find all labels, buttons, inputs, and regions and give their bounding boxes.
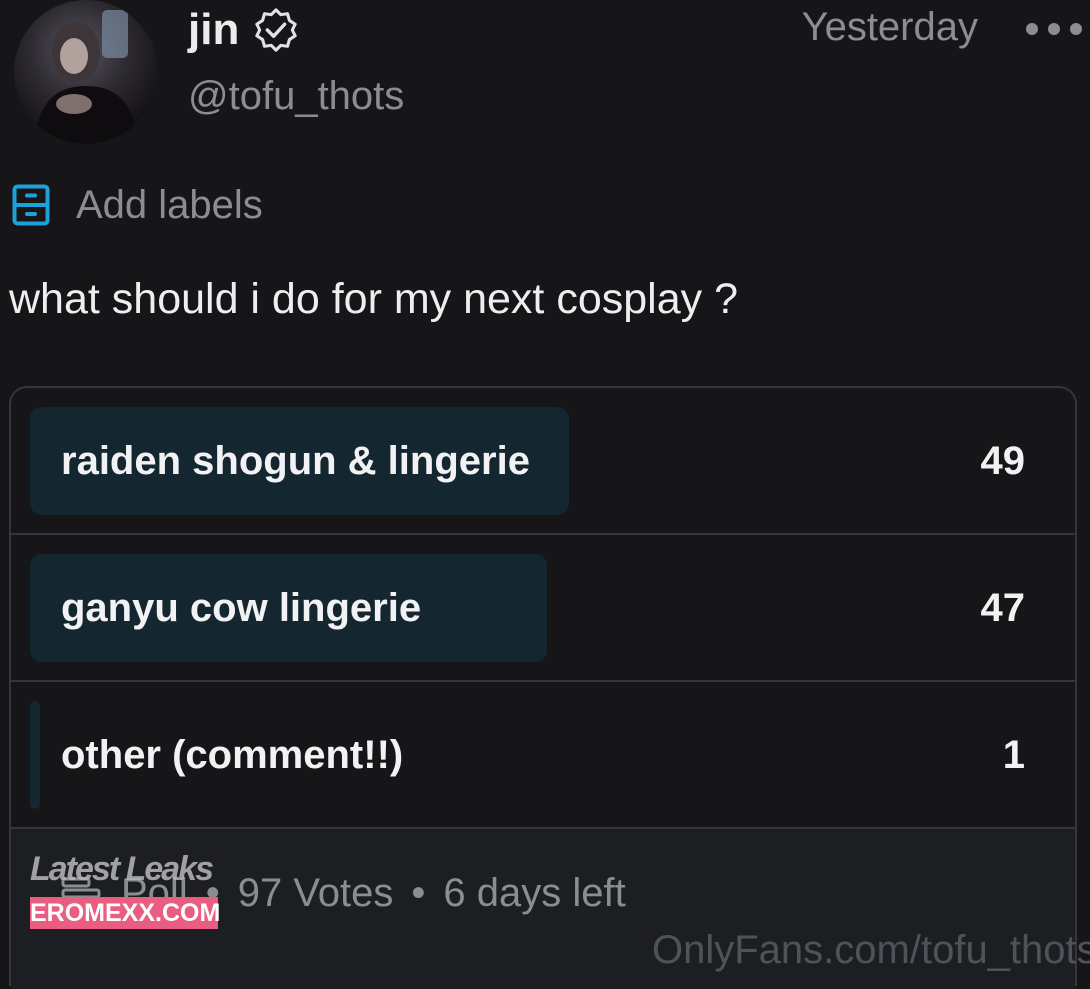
add-labels-button[interactable]: Add labels [12, 182, 263, 228]
label-icon [12, 184, 50, 226]
poll-votes: 97 Votes [237, 870, 394, 915]
poll-option-fill [30, 701, 40, 809]
avatar[interactable] [14, 0, 158, 144]
poll-option[interactable]: other (comment!!) 1 [11, 682, 1075, 829]
author-display-name[interactable]: jin [188, 8, 239, 52]
poll-option[interactable]: ganyu cow lingerie 47 [11, 535, 1075, 682]
watermark-badge: EROMEXX.COM [30, 897, 221, 929]
poll-option-label: raiden shogun & lingerie [61, 438, 530, 483]
ellipsis-horizontal-icon [1026, 23, 1038, 35]
poll-option-label: other (comment!!) [61, 732, 404, 777]
more-options-button[interactable] [1026, 14, 1082, 44]
author-name-row[interactable]: jin [188, 6, 299, 54]
meta-separator: • [411, 870, 426, 915]
poll: raiden shogun & lingerie 49 ganyu cow li… [9, 386, 1077, 989]
watermark-url: OnlyFans.com/tofu_thots [652, 928, 1090, 972]
poll-option[interactable]: raiden shogun & lingerie 49 [11, 388, 1075, 535]
ellipsis-dot [1070, 23, 1082, 35]
post-text: what should i do for my next cosplay ? [9, 275, 738, 323]
add-labels-text: Add labels [76, 183, 263, 227]
poll-option-count: 49 [980, 438, 1026, 483]
ellipsis-dot [1048, 23, 1060, 35]
watermark-text: Latest Leaks [30, 850, 214, 888]
verified-badge-icon [255, 8, 298, 52]
post-timestamp: Yesterday [801, 5, 978, 49]
poll-time-left: 6 days left [443, 870, 626, 915]
poll-option-count: 1 [1002, 732, 1025, 777]
poll-option-label: ganyu cow lingerie [61, 585, 422, 630]
poll-option-count: 47 [980, 585, 1026, 630]
author-handle[interactable]: @tofu_thots [188, 76, 404, 116]
